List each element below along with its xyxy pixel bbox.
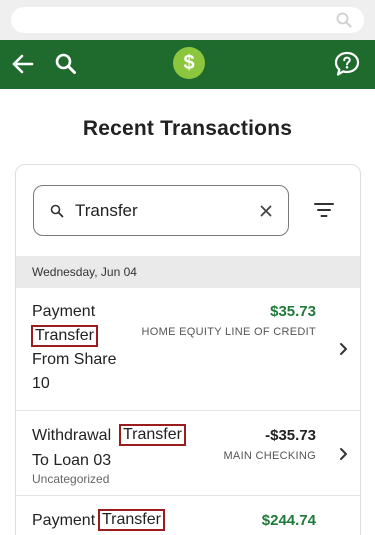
close-icon[interactable] [258,203,274,219]
page-title: Recent Transactions [82,117,293,140]
description-line: Withdrawal [32,427,112,444]
browser-bar [0,0,375,40]
search-icon[interactable] [53,51,79,77]
chevron-right-icon[interactable] [338,342,350,356]
chevron-right-icon[interactable] [338,447,350,461]
dollar-logo-icon: $ [173,47,205,79]
description-line: Payment [32,303,96,320]
transaction-search-input[interactable]: Transfer [33,185,289,236]
description-line: To Loan 03 [32,452,112,469]
account-name: MAIN CHECKING [223,450,316,462]
description-line: Payment [32,512,96,529]
search-match-highlight: Transfer [119,424,186,446]
search-match-highlight: Transfer [31,325,98,347]
browser-url-field[interactable] [11,7,364,33]
description-line: From Share [32,351,117,368]
app-header: $ [0,40,375,89]
date-group-header: Wednesday, Jun 04 [16,256,360,288]
search-query-text[interactable]: Transfer [75,201,138,221]
back-arrow-icon[interactable] [10,51,36,77]
transaction-category: Uncategorized [32,472,110,486]
transaction-amount: $35.73 [270,303,316,320]
account-name: HOME EQUITY LINE OF CREDIT [141,326,316,338]
transaction-description: Payment Transfer From Share 10 [31,303,192,403]
transaction-description: Payment Transfer [32,509,222,535]
transaction-amount: -$35.73 [265,427,316,444]
browser-search-icon[interactable] [336,12,352,28]
search-icon [50,204,64,218]
transaction-amount: $244.74 [261,512,316,529]
chat-help-icon[interactable] [333,50,361,78]
transaction-description: Withdrawal Transfer [32,424,222,454]
transactions-card: Transfer Wednesday, Jun 04 Payment Trans… [15,164,361,535]
transaction-row[interactable]: Withdrawal Transfer To Loan 03 Uncategor… [16,412,360,496]
transaction-row[interactable]: Payment Transfer $244.74 [16,497,360,535]
transaction-row[interactable]: Payment Transfer From Share 10 $35.73 HO… [16,288,360,411]
description-line: 10 [32,375,50,392]
date-group-label: Wednesday, Jun 04 [32,265,137,279]
filter-icon[interactable] [312,198,336,222]
logo-symbol: $ [183,52,195,74]
search-match-highlight: Transfer [98,509,165,531]
